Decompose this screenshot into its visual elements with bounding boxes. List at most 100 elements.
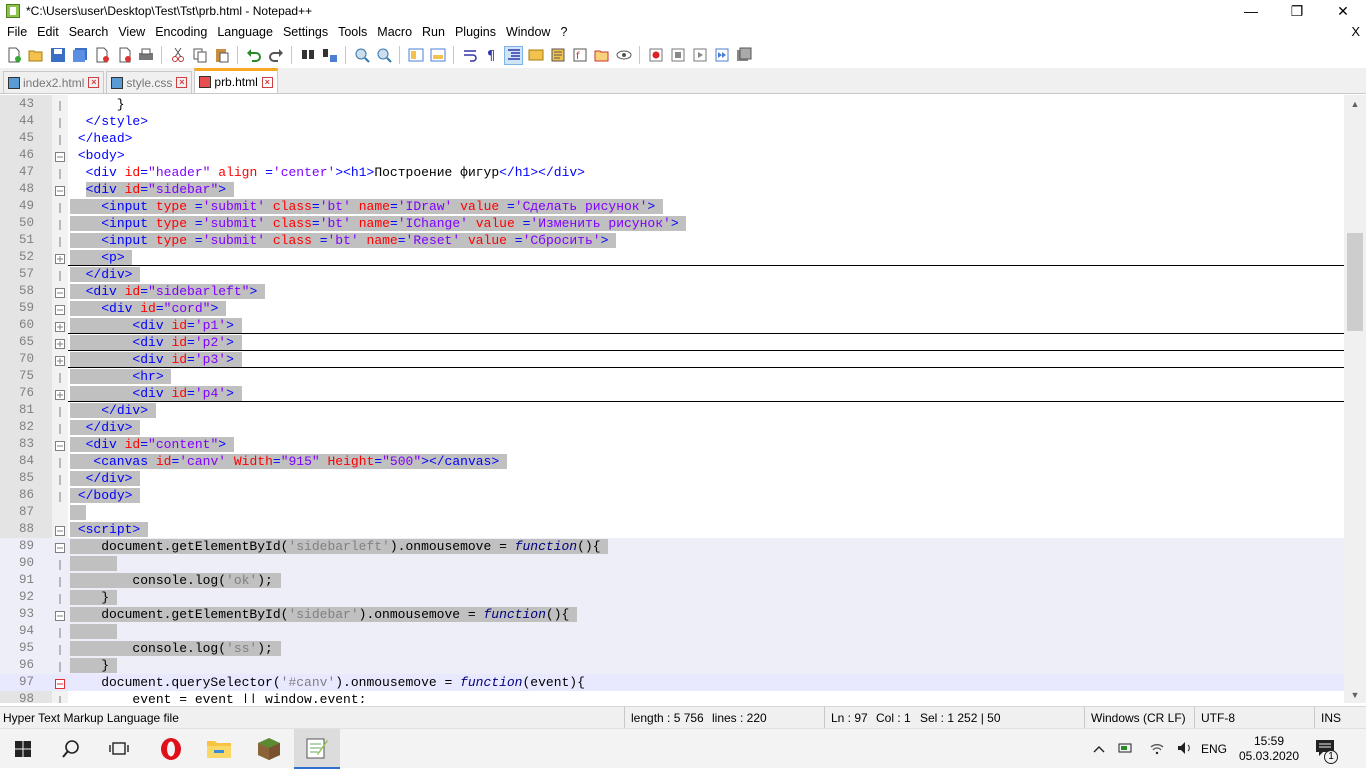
- close-document-button[interactable]: X: [1351, 24, 1360, 39]
- menu-encoding[interactable]: Encoding: [150, 22, 212, 42]
- code-line[interactable]: 45 </head>: [0, 130, 1344, 149]
- code-line[interactable]: 86 </body>: [0, 487, 1344, 506]
- start-button[interactable]: [0, 729, 46, 769]
- code-line[interactable]: 43 }: [0, 96, 1344, 115]
- code-line[interactable]: 95 console.log('ss');: [0, 640, 1344, 659]
- save-macro-icon[interactable]: [734, 46, 753, 65]
- scroll-down-icon[interactable]: ▼: [1344, 686, 1366, 703]
- code-line[interactable]: 57 </div>: [0, 266, 1344, 285]
- code-line[interactable]: 89 document.getElementById('sidebarleft'…: [0, 538, 1344, 555]
- zoom-out-icon[interactable]: [374, 46, 393, 65]
- notepadpp-taskbar-icon[interactable]: [294, 729, 340, 769]
- code-line[interactable]: 44 </style>: [0, 113, 1344, 132]
- tab-style-css[interactable]: style.css ×: [106, 71, 193, 93]
- close-all-icon[interactable]: [114, 46, 133, 65]
- fold-collapse-icon[interactable]: [55, 524, 65, 536]
- battery-icon[interactable]: [1110, 741, 1142, 758]
- open-file-icon[interactable]: [26, 46, 45, 65]
- zoom-in-icon[interactable]: [352, 46, 371, 65]
- menu-view[interactable]: View: [113, 22, 150, 42]
- sync-vertical-icon[interactable]: [406, 46, 425, 65]
- menu-tools[interactable]: Tools: [333, 22, 372, 42]
- code-line[interactable]: 94: [0, 623, 1344, 642]
- find-icon[interactable]: [298, 46, 317, 65]
- fold-collapse-icon[interactable]: [55, 286, 65, 298]
- fold-collapse-icon[interactable]: [55, 609, 65, 621]
- file-explorer-icon[interactable]: [196, 729, 242, 769]
- print-icon[interactable]: [136, 46, 155, 65]
- input-language[interactable]: ENG: [1198, 742, 1230, 756]
- new-file-icon[interactable]: [4, 46, 23, 65]
- menu-plugins[interactable]: Plugins: [450, 22, 501, 42]
- sync-horizontal-icon[interactable]: [428, 46, 447, 65]
- fold-collapse-icon[interactable]: [55, 184, 65, 196]
- code-line[interactable]: 60 <div id='p1'>: [0, 317, 1344, 334]
- menu-macro[interactable]: Macro: [372, 22, 417, 42]
- code-line[interactable]: 82 </div>: [0, 419, 1344, 438]
- code-line[interactable]: 93 document.getElementById('sidebar').on…: [0, 606, 1344, 623]
- code-line[interactable]: 81 </div>: [0, 402, 1344, 421]
- word-wrap-icon[interactable]: [460, 46, 479, 65]
- minimize-button[interactable]: —: [1228, 0, 1274, 22]
- menu-edit[interactable]: Edit: [32, 22, 64, 42]
- document-map-icon[interactable]: [548, 46, 567, 65]
- fold-collapse-icon[interactable]: [55, 150, 65, 162]
- code-line[interactable]: 59 <div id="cord">: [0, 300, 1344, 317]
- user-defined-language-icon[interactable]: [526, 46, 545, 65]
- code-line[interactable]: 51 <input type ='submit' class ='bt' nam…: [0, 232, 1344, 251]
- clock[interactable]: 15:59 05.03.2020: [1230, 734, 1308, 764]
- show-hidden-icons-icon[interactable]: [1088, 742, 1110, 756]
- scrollbar-thumb[interactable]: [1347, 233, 1363, 331]
- scroll-up-icon[interactable]: ▲: [1344, 95, 1366, 112]
- close-tab-icon[interactable]: ×: [261, 76, 273, 88]
- status-insert-mode[interactable]: INS: [1314, 707, 1366, 729]
- maximize-button[interactable]: ❐: [1274, 0, 1320, 22]
- code-line[interactable]: 96 }: [0, 657, 1344, 676]
- wifi-icon[interactable]: [1142, 741, 1172, 758]
- fold-collapse-icon[interactable]: [55, 541, 65, 553]
- fold-collapse-icon[interactable]: [55, 303, 65, 315]
- minecraft-icon[interactable]: [246, 729, 292, 769]
- fold-expand-icon[interactable]: [55, 252, 65, 264]
- indent-guide-icon[interactable]: [504, 45, 523, 65]
- menu-search[interactable]: Search: [64, 22, 114, 42]
- paste-icon[interactable]: [212, 46, 231, 65]
- task-view-icon[interactable]: [96, 729, 142, 769]
- save-all-icon[interactable]: [70, 46, 89, 65]
- cut-icon[interactable]: [168, 46, 187, 65]
- monitoring-icon[interactable]: [614, 46, 633, 65]
- search-icon[interactable]: [48, 729, 94, 769]
- opera-icon[interactable]: [148, 729, 194, 769]
- record-macro-icon[interactable]: [646, 46, 665, 65]
- code-line[interactable]: 88 <script>: [0, 521, 1344, 538]
- tab-index2-html[interactable]: index2.html ×: [3, 71, 105, 93]
- fold-expand-icon[interactable]: [55, 320, 65, 332]
- close-tab-icon[interactable]: ×: [176, 77, 188, 88]
- code-line[interactable]: 97 document.querySelector('#canv').onmou…: [0, 674, 1344, 691]
- code-line[interactable]: 46 <body>: [0, 147, 1344, 164]
- menu-window[interactable]: Window: [501, 22, 555, 42]
- code-line[interactable]: 65 <div id='p2'>: [0, 334, 1344, 351]
- code-line[interactable]: 84 <canvas id='canv' Width="915" Height=…: [0, 453, 1344, 472]
- menu-language[interactable]: Language: [212, 22, 278, 42]
- code-line[interactable]: 47 <div id="header" align ='center'><h1>…: [0, 164, 1344, 183]
- code-line[interactable]: 58 <div id="sidebarleft">: [0, 283, 1344, 300]
- tab-prb-html[interactable]: prb.html ×: [194, 68, 278, 93]
- status-encoding[interactable]: UTF-8: [1194, 707, 1314, 729]
- code-line[interactable]: 48 <div id="sidebar">: [0, 181, 1344, 198]
- copy-icon[interactable]: [190, 46, 209, 65]
- save-icon[interactable]: [48, 46, 67, 65]
- show-all-chars-icon[interactable]: ¶: [482, 46, 501, 65]
- code-line[interactable]: 70 <div id='p3'>: [0, 351, 1344, 368]
- stop-macro-icon[interactable]: [668, 46, 687, 65]
- run-macro-multiple-icon[interactable]: [712, 46, 731, 65]
- undo-icon[interactable]: [244, 46, 263, 65]
- menu-help[interactable]: ?: [555, 22, 572, 42]
- function-list-icon[interactable]: f: [570, 46, 589, 65]
- fold-expand-icon[interactable]: [55, 337, 65, 349]
- code-editor[interactable]: 43 } 44 </style> 45 </head> 46 <body> 47 <di…: [0, 95, 1366, 703]
- folder-workspace-icon[interactable]: [592, 46, 611, 65]
- code-line[interactable]: 76 <div id='p4'>: [0, 385, 1344, 402]
- fold-collapse-icon[interactable]: [55, 677, 65, 689]
- close-button[interactable]: ✕: [1320, 0, 1366, 22]
